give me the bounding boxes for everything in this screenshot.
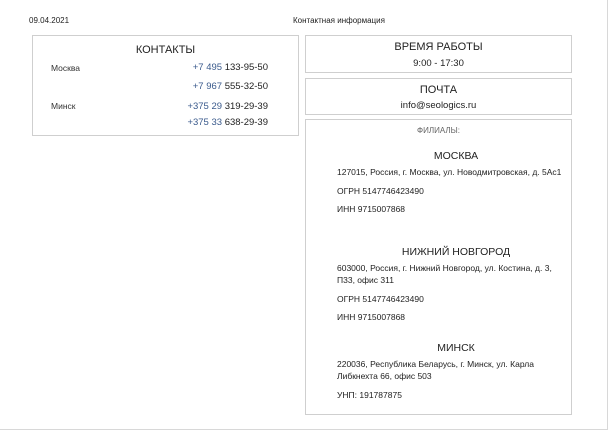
- phone-link[interactable]: +375 33 638-29-39: [187, 117, 268, 128]
- branches-title: ФИЛИАЛЫ:: [417, 126, 460, 135]
- branch-name: МИНСК: [437, 342, 475, 354]
- email-box: ПОЧТА info@seologics.ru: [305, 78, 572, 115]
- working-hours-title: ВРЕМЯ РАБОТЫ: [394, 41, 483, 53]
- phone-link[interactable]: +7 967 555-32-50: [193, 81, 268, 92]
- phone-number: 133-95-50: [224, 62, 268, 73]
- phone-link[interactable]: +7 495 133-95-50: [193, 62, 268, 73]
- branch-ogrn: ОГРН 5147746423490: [337, 294, 424, 304]
- branch-minsk: МИНСК 220036, Республика Беларусь, г. Ми…: [337, 342, 565, 408]
- contacts-title: КОНТАКТЫ: [135, 44, 196, 56]
- branch-unp: УНП: 191787875: [337, 390, 402, 400]
- branch-inn: ИНН 9715007868: [337, 312, 406, 322]
- phone-code: +375 33: [187, 117, 223, 128]
- contacts-box: КОНТАКТЫ Москва +7 495 133-95-50 +7 967 …: [32, 35, 299, 136]
- working-hours-box: ВРЕМЯ РАБОТЫ 9:00 - 17:30: [305, 35, 572, 73]
- branches-box: ФИЛИАЛЫ: МОСКВА 127015, Россия, г. Москв…: [305, 119, 572, 415]
- branch-address: 220036, Республика Беларусь, г. Минск, у…: [337, 359, 534, 381]
- phone-code: +375 29: [187, 101, 223, 112]
- phone-code: +7 495: [192, 62, 223, 73]
- city-label-minsk: Минск: [51, 101, 76, 111]
- phone-number: 555-32-50: [224, 81, 268, 92]
- branch-moscow: МОСКВА 127015, Россия, г. Москва, ул. Но…: [337, 150, 565, 222]
- print-date: 09.04.2021: [29, 16, 70, 25]
- branch-inn: ИНН 9715007868: [337, 204, 406, 214]
- phone-link[interactable]: +375 29 319-29-39: [187, 101, 268, 112]
- email-link[interactable]: info@seologics.ru: [306, 100, 571, 111]
- branch-nizhny-novgorod: НИЖНИЙ НОВГОРОД 603000, Россия, г. Нижни…: [337, 246, 565, 330]
- branch-name: НИЖНИЙ НОВГОРОД: [401, 246, 511, 258]
- branch-ogrn: ОГРН 5147746423490: [337, 186, 424, 196]
- branch-name: МОСКВА: [433, 150, 479, 162]
- branch-address: 603000, Россия, г. Нижний Новгород, ул. …: [337, 263, 552, 285]
- city-label-moscow: Москва: [51, 63, 81, 73]
- working-hours-value: 9:00 - 17:30: [413, 58, 464, 69]
- page-title: Контактная информация: [293, 16, 385, 25]
- email-title: ПОЧТА: [419, 84, 458, 96]
- branch-address: 127015, Россия, г. Москва, ул. Новодмитр…: [337, 167, 562, 177]
- phone-code: +7 967: [192, 81, 223, 92]
- phone-number: 638-29-39: [224, 117, 268, 128]
- phone-number: 319-29-39: [224, 101, 268, 112]
